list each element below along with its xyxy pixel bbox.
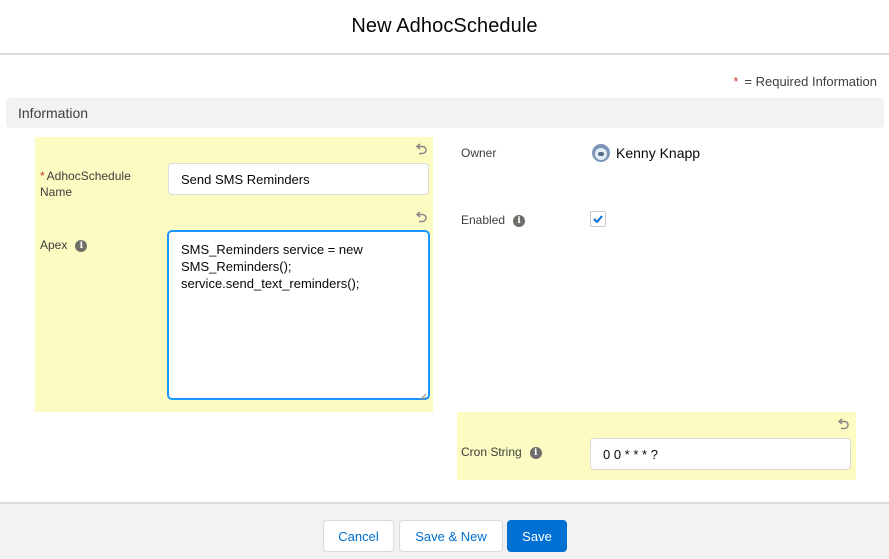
enabled-field-label-text: Enabled [461, 213, 506, 227]
modal-title: New AdhocSchedule [351, 15, 538, 37]
name-field-label: * AdhocSchedule Name [40, 168, 150, 200]
checkmark-icon [593, 215, 603, 223]
cron-field-label-text: Cron String [461, 445, 522, 459]
enabled-checkbox[interactable] [590, 211, 606, 227]
resize-handle-icon[interactable] [419, 389, 427, 401]
adhocschedule-name-input[interactable]: Send SMS Reminders [168, 163, 429, 195]
info-icon[interactable]: i [513, 214, 526, 227]
apex-field-label: Apex i [40, 237, 88, 253]
required-legend: * = Required Information [733, 74, 877, 89]
required-legend-text: = Required Information [744, 74, 877, 89]
save-button[interactable]: Save [507, 520, 567, 552]
owner-value[interactable]: Kenny Knapp [592, 144, 700, 162]
enabled-field-label: Enabled i [461, 212, 526, 228]
cancel-button[interactable]: Cancel [323, 520, 394, 552]
section-header-information[interactable]: Information [6, 98, 884, 128]
save-and-new-button[interactable]: Save & New [399, 520, 503, 552]
info-icon[interactable]: i [529, 446, 542, 459]
owner-name[interactable]: Kenny Knapp [616, 145, 700, 161]
undo-icon[interactable] [414, 210, 428, 224]
required-legend-star: * [733, 74, 739, 89]
cron-field-label: Cron String i [461, 444, 542, 460]
owner-field-label: Owner [461, 146, 497, 160]
apex-textarea[interactable]: SMS_Reminders service = new SMS_Reminder… [168, 231, 429, 399]
apex-field-label-text: Apex [40, 238, 68, 252]
user-avatar-icon [592, 144, 610, 162]
cron-string-input[interactable]: 0 0 * * * ? [590, 438, 851, 470]
modal-header: New AdhocSchedule [0, 0, 889, 55]
section-title: Information [18, 105, 89, 121]
undo-icon[interactable] [836, 417, 850, 431]
info-icon[interactable]: i [75, 239, 88, 252]
name-field-label-text: AdhocSchedule Name [40, 169, 131, 199]
required-star: * [40, 169, 45, 183]
undo-icon[interactable] [414, 142, 428, 156]
